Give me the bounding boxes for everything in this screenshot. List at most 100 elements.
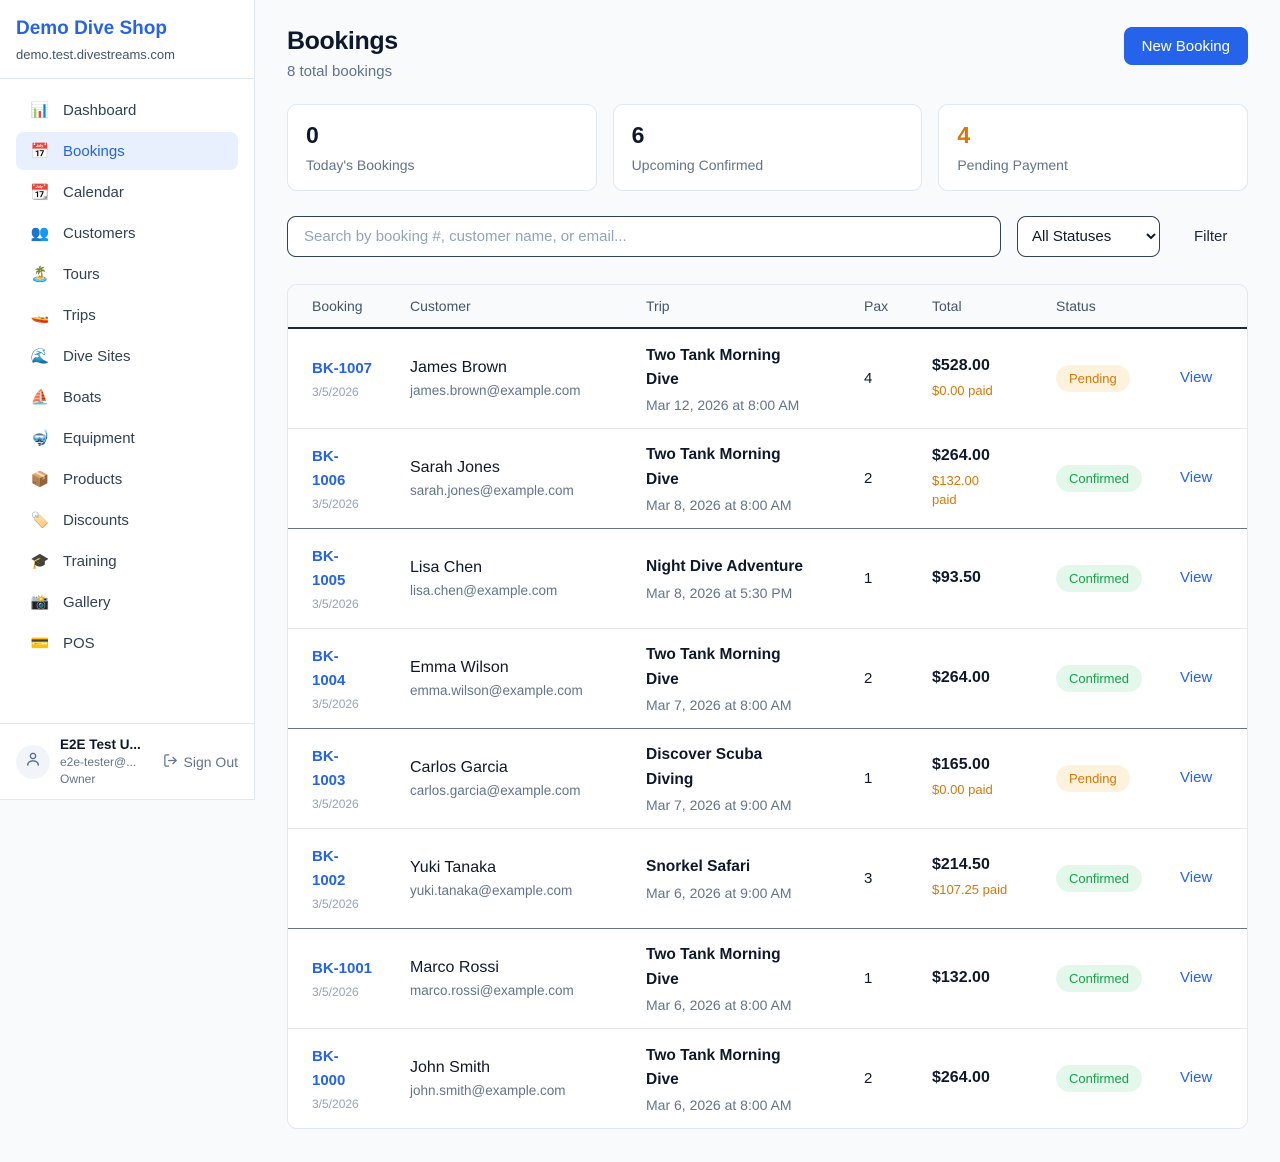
sidebar-item-label: Gallery (63, 594, 111, 611)
trip-datetime: Mar 7, 2026 at 8:00 AM (646, 697, 848, 713)
view-link[interactable]: View (1180, 869, 1212, 886)
customer-cell: Yuki Tanakayuki.tanaka@example.com (402, 828, 638, 928)
user-email: e2e-tester@... (60, 755, 141, 769)
view-link[interactable]: View (1180, 1069, 1212, 1086)
trip-cell: Two Tank Morning DiveMar 8, 2026 at 8:00… (638, 428, 856, 528)
search-input[interactable] (287, 216, 1001, 257)
table-row: BK- 10053/5/2026Lisa Chenlisa.chen@examp… (288, 528, 1247, 628)
graduation-cap-icon: 🎓 (30, 552, 50, 570)
sidebar-item-trips[interactable]: 🚤Trips (16, 296, 238, 334)
page-header: Bookings 8 total bookings New Booking (287, 27, 1248, 80)
sidebar-item-equipment[interactable]: 🤿Equipment (16, 419, 238, 457)
total-amount: $165.00 (932, 756, 1040, 774)
sidebar-item-dive-sites[interactable]: 🌊Dive Sites (16, 337, 238, 375)
customer-cell: Emma Wilsonemma.wilson@example.com (402, 628, 638, 728)
booking-cell: BK-1007 3/5/2026 (288, 328, 402, 428)
sidebar-item-tours[interactable]: 🏝️Tours (16, 255, 238, 293)
shop-name: Demo Dive Shop (16, 18, 238, 40)
new-booking-button[interactable]: New Booking (1124, 27, 1248, 65)
island-icon: 🏝️ (30, 265, 50, 283)
pax-cell: 4 (856, 328, 924, 428)
sidebar-item-calendar[interactable]: 📆Calendar (16, 173, 238, 211)
total-amount: $528.00 (932, 357, 1040, 375)
trip-datetime: Mar 6, 2026 at 9:00 AM (646, 885, 848, 901)
pax-cell: 1 (856, 728, 924, 828)
sidebar-nav: 📊Dashboard📅Bookings📆Calendar👥Customers🏝️… (0, 79, 254, 723)
trip-name: Two Tank Morning Dive (646, 643, 848, 691)
trip-cell: Two Tank Morning DiveMar 6, 2026 at 8:00… (638, 1028, 856, 1128)
booking-id-link[interactable]: BK- 1006 (312, 445, 394, 493)
status-select[interactable]: All Statuses (1017, 216, 1160, 257)
column-header-booking: Booking (288, 285, 402, 328)
sidebar-item-training[interactable]: 🎓 Training (16, 542, 238, 580)
status-badge: Pending (1056, 365, 1130, 392)
sidebar-item-label: Customers (63, 225, 136, 242)
column-header-pax: Pax (856, 285, 924, 328)
camera-icon: 📸 (30, 593, 50, 611)
sign-out-button[interactable]: Sign Out (163, 753, 238, 771)
sidebar-item-label: Equipment (63, 430, 135, 447)
sidebar-item-customers[interactable]: 👥Customers (16, 214, 238, 252)
stat-label: Upcoming Confirmed (632, 157, 904, 173)
booking-id-link[interactable]: BK- 1004 (312, 645, 394, 693)
actions-cell: View (1172, 928, 1247, 1028)
view-link[interactable]: View (1180, 669, 1212, 686)
trip-name: Snorkel Safari (646, 855, 848, 879)
customer-email: yuki.tanaka@example.com (410, 883, 630, 898)
booking-date: 3/5/2026 (312, 597, 394, 611)
sidebar-item-dashboard[interactable]: 📊Dashboard (16, 91, 238, 129)
pax-cell: 2 (856, 428, 924, 528)
column-header-trip: Trip (638, 285, 856, 328)
view-link[interactable]: View (1180, 469, 1212, 486)
sidebar-item-bookings[interactable]: 📅 Bookings (16, 132, 238, 170)
bar-chart-icon: 📊 (30, 101, 50, 119)
sidebar-item-label: Bookings (63, 143, 125, 160)
sidebar-item-pos[interactable]: 💳POS (16, 624, 238, 662)
booking-id-link[interactable]: BK- 1003 (312, 745, 394, 793)
table-row: BK- 10063/5/2026Sarah Jonessarah.jones@e… (288, 428, 1247, 528)
stats-row: 0Today's Bookings6Upcoming Confirmed4Pen… (287, 104, 1248, 191)
credit-card-icon: 💳 (30, 634, 50, 652)
booking-id-link[interactable]: BK-1007 (312, 357, 394, 381)
total-amount: $264.00 (932, 447, 1040, 465)
booking-id-link[interactable]: BK-1001 (312, 957, 394, 981)
trip-datetime: Mar 12, 2026 at 8:00 AM (646, 397, 848, 413)
actions-cell: View (1172, 628, 1247, 728)
stat-label: Pending Payment (957, 157, 1229, 173)
view-link[interactable]: View (1180, 969, 1212, 986)
bookings-table: BookingCustomerTripPaxTotalStatus BK-100… (288, 285, 1247, 1128)
sidebar-item-discounts[interactable]: 🏷️Discounts (16, 501, 238, 539)
actions-cell: View (1172, 828, 1247, 928)
logout-icon (163, 753, 178, 771)
booking-cell: BK- 10043/5/2026 (288, 628, 402, 728)
booking-date: 3/5/2026 (312, 385, 394, 399)
calendar-icon: 📅 (30, 142, 50, 160)
sidebar-item-gallery[interactable]: 📸 Gallery (16, 583, 238, 621)
trip-cell: Two Tank Morning Dive Mar 7, 2026 at 8:00… (638, 628, 856, 728)
booking-date: 3/5/2026 (312, 897, 394, 911)
trip-name: Two Tank Morning Dive (646, 344, 848, 392)
trip-datetime: Mar 8, 2026 at 8:00 AM (646, 497, 848, 513)
booking-date: 3/5/2026 (312, 797, 394, 811)
avatar (16, 745, 50, 779)
booking-id-link[interactable]: BK- 1005 (312, 545, 394, 593)
sidebar-item-boats[interactable]: ⛵Boats (16, 378, 238, 416)
booking-id-link[interactable]: BK- 1000 (312, 1045, 394, 1093)
booking-cell: BK- 1003 3/5/2026 (288, 728, 402, 828)
booking-id-link[interactable]: BK- 1002 (312, 845, 394, 893)
pax-cell: 3 (856, 828, 924, 928)
total-cell: $264.00 (924, 628, 1048, 728)
stat-value: 4 (957, 122, 1229, 149)
stat-label: Today's Bookings (306, 157, 578, 173)
table-header-row: BookingCustomerTripPaxTotalStatus (288, 285, 1247, 328)
sidebar-item-products[interactable]: 📦Products (16, 460, 238, 498)
pax-cell: 2 (856, 628, 924, 728)
view-link[interactable]: View (1180, 369, 1212, 386)
filter-button[interactable]: Filter (1194, 228, 1227, 245)
view-link[interactable]: View (1180, 569, 1212, 586)
total-amount: $214.50 (932, 856, 1040, 874)
sidebar-item-label: Training (63, 553, 117, 570)
customer-cell: Marco Rossimarco.rossi@example.com (402, 928, 638, 1028)
sidebar-footer: E2E Test U... e2e-tester@... Owner Sign … (0, 723, 254, 799)
view-link[interactable]: View (1180, 769, 1212, 786)
